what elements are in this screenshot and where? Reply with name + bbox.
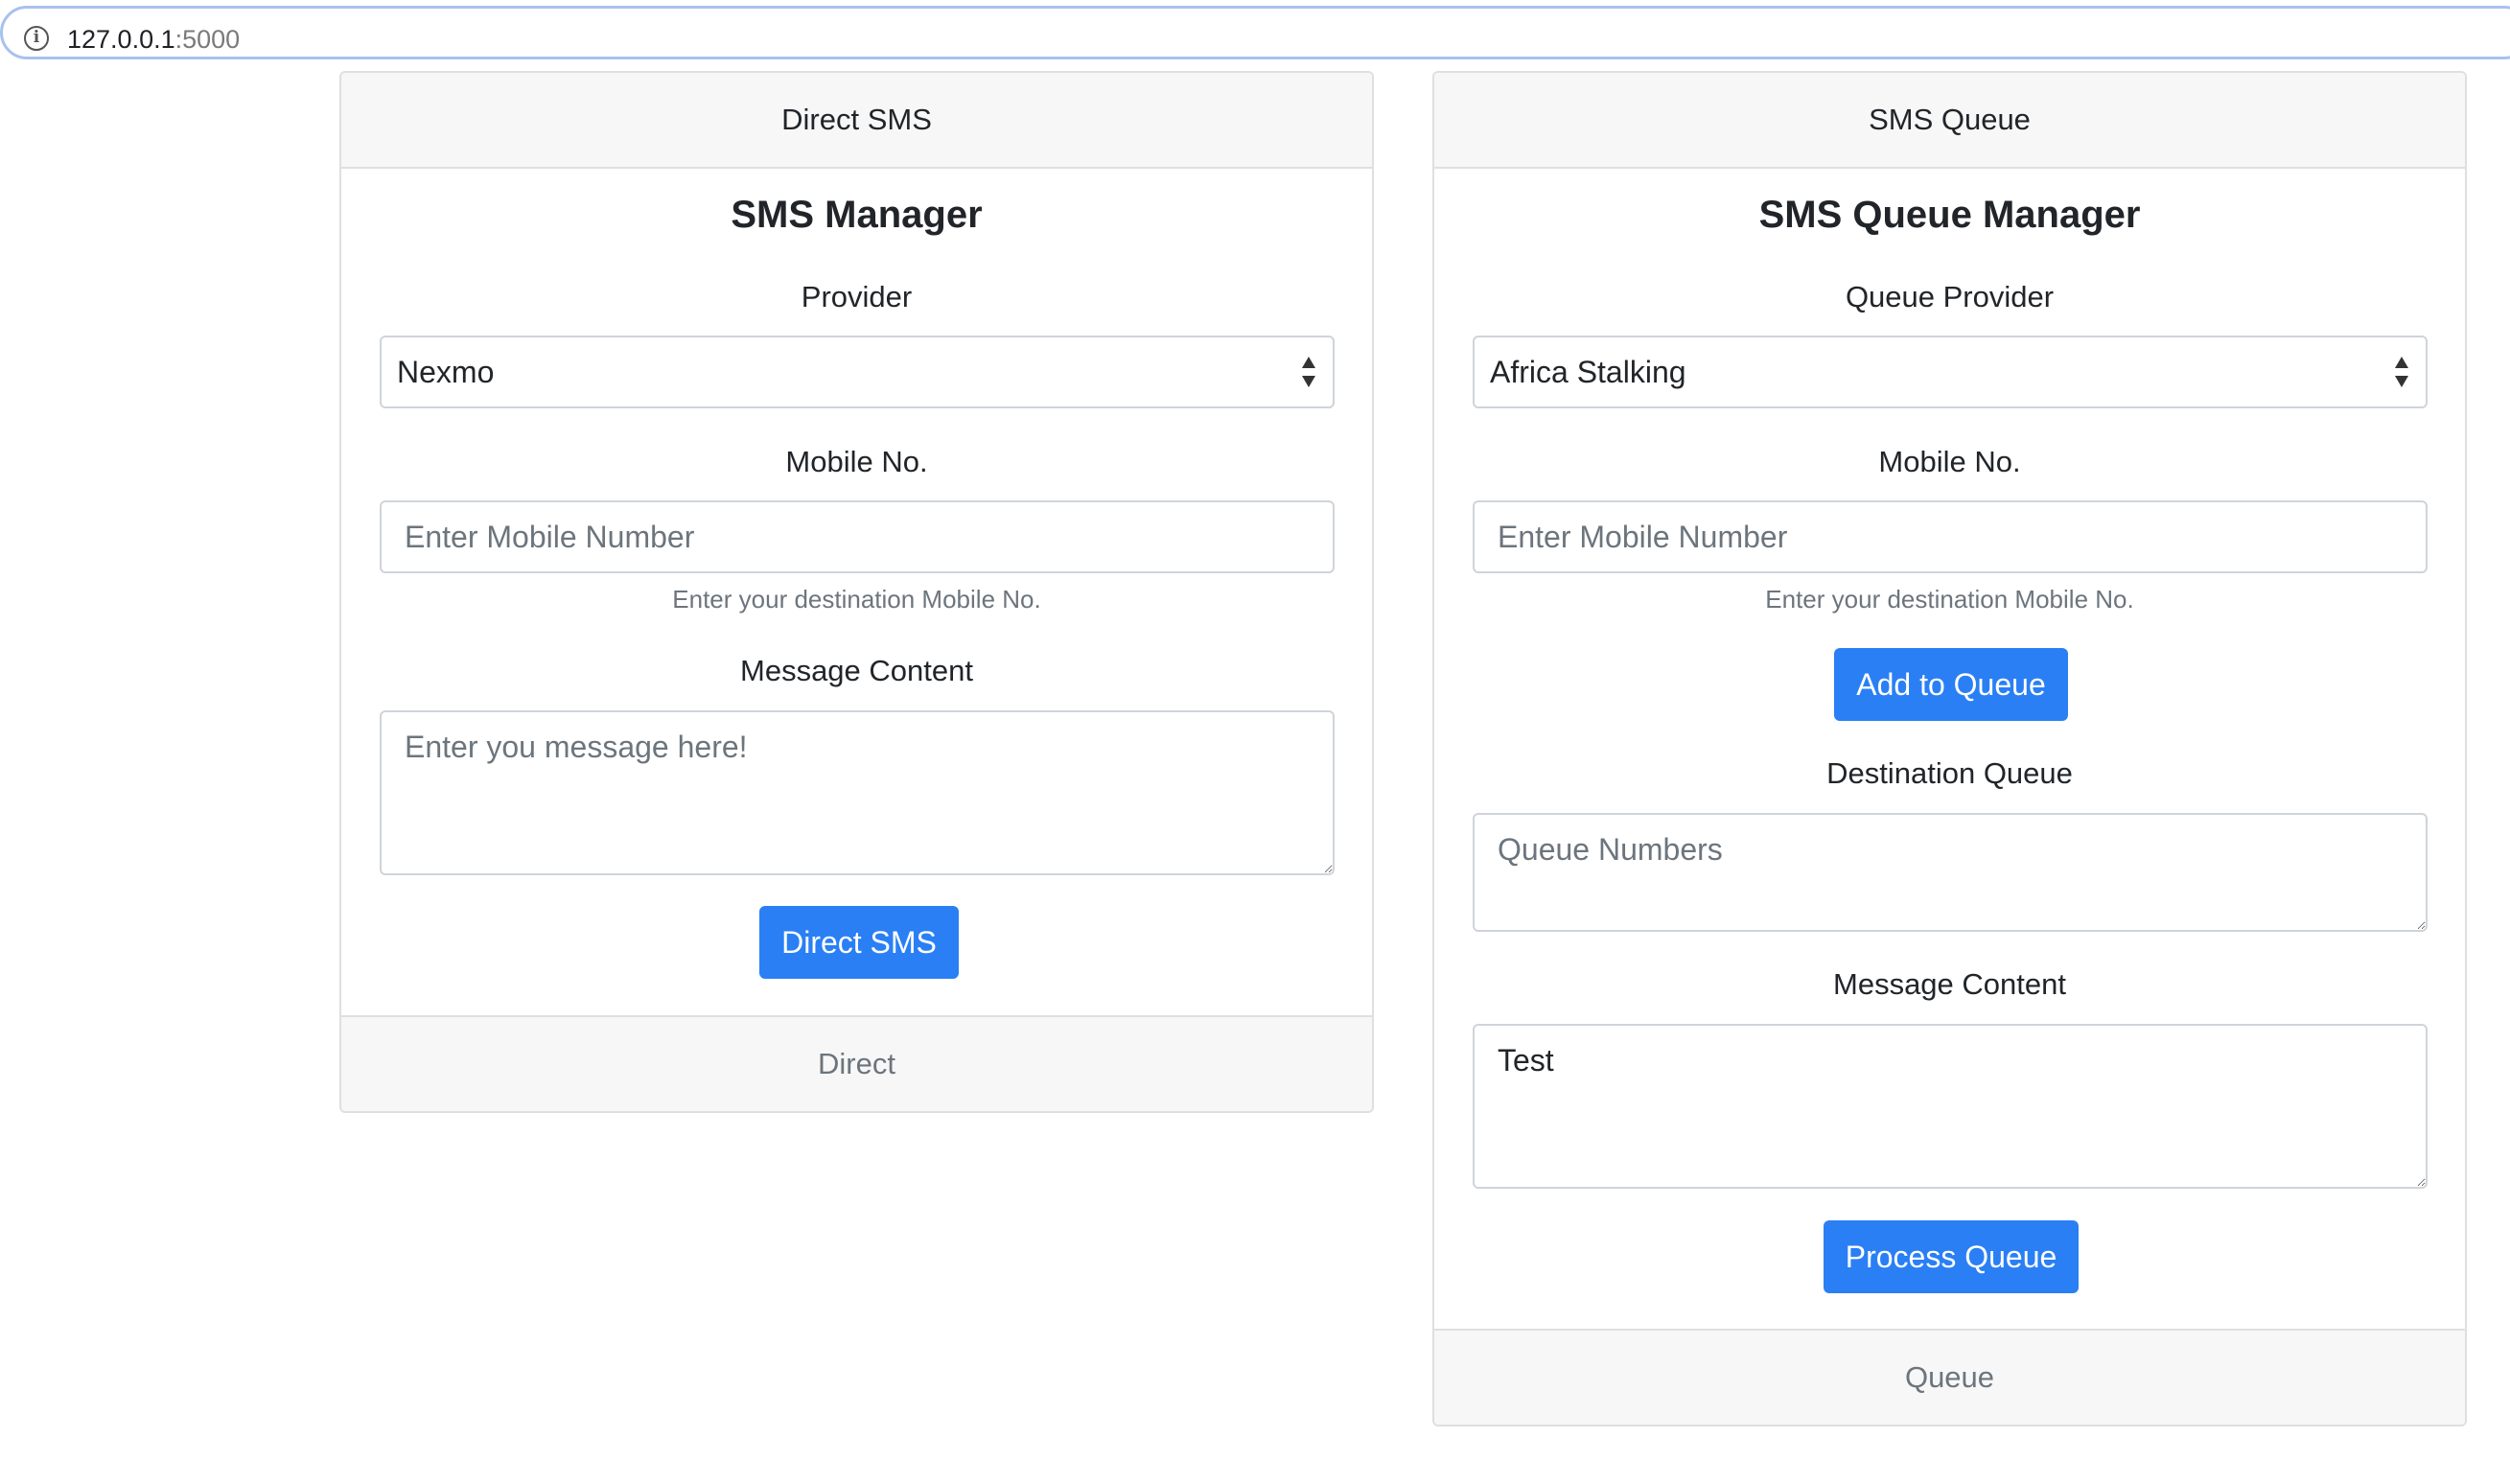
provider-select[interactable]: Nexmo — [380, 336, 1335, 408]
url-port: :5000 — [174, 25, 241, 54]
direct-card-footer: Direct — [341, 1015, 1372, 1111]
queue-card-footer: Queue — [1434, 1329, 2465, 1425]
sms-queue-card: SMS Queue SMS Queue Manager Queue Provid… — [1432, 71, 2467, 1426]
direct-card-header: Direct SMS — [341, 73, 1372, 169]
mobile-help-text: Enter your destination Mobile No. — [672, 585, 1041, 614]
add-to-queue-button[interactable]: Add to Queue — [1834, 648, 2068, 721]
queue-card-header: SMS Queue — [1434, 73, 2465, 169]
address-bar[interactable]: i 127.0.0.1:5000 — [0, 6, 2510, 59]
queue-mobile-label: Mobile No. — [1878, 445, 2021, 478]
queue-card-title: SMS Queue Manager — [1758, 194, 2141, 236]
mobile-number-input[interactable] — [380, 500, 1335, 573]
queue-mobile-help-text: Enter your destination Mobile No. — [1765, 585, 2134, 614]
direct-sms-card: Direct SMS SMS Manager Provider Nexmo Mo… — [339, 71, 1374, 1113]
provider-label: Provider — [801, 280, 913, 313]
process-queue-button[interactable]: Process Queue — [1824, 1220, 2079, 1293]
url-text[interactable]: 127.0.0.1:5000 — [67, 24, 240, 55]
destination-queue-textarea[interactable] — [1473, 813, 2428, 932]
queue-mobile-number-input[interactable] — [1473, 500, 2428, 573]
select-arrows-icon — [2393, 355, 2410, 389]
queue-message-label: Message Content — [1833, 967, 2066, 1001]
queue-message-textarea[interactable]: Test — [1473, 1024, 2428, 1189]
mobile-label: Mobile No. — [785, 445, 928, 478]
url-host: 127.0.0.1 — [67, 25, 175, 54]
direct-sms-button[interactable]: Direct SMS — [759, 906, 959, 979]
info-icon[interactable]: i — [24, 26, 49, 51]
queue-provider-select[interactable]: Africa Stalking — [1473, 336, 2428, 408]
destination-queue-label: Destination Queue — [1826, 756, 2073, 790]
direct-card-title: SMS Manager — [731, 194, 983, 236]
queue-provider-label: Queue Provider — [1845, 280, 2055, 313]
message-label: Message Content — [740, 654, 973, 687]
message-textarea[interactable] — [380, 710, 1335, 875]
queue-provider-selected-value: Africa Stalking — [1490, 354, 1686, 389]
provider-selected-value: Nexmo — [397, 354, 495, 389]
select-arrows-icon — [1300, 355, 1317, 389]
